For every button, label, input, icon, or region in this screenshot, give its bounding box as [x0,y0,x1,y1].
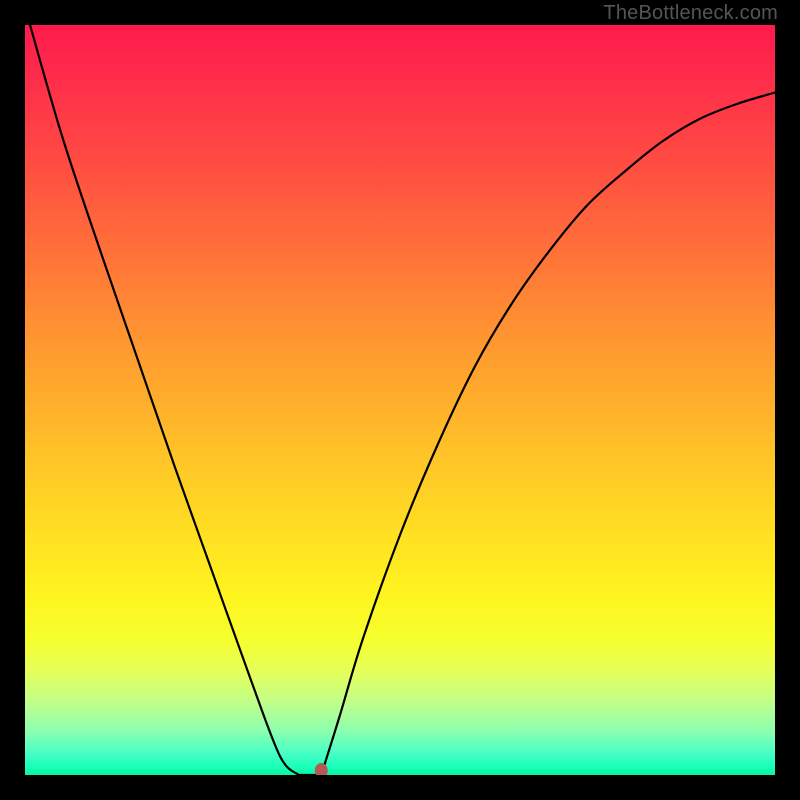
curve-svg [25,25,775,775]
watermark-text: TheBottleneck.com [603,2,778,25]
bottleneck-curve [30,25,775,775]
plot-area [25,25,775,775]
chart-container: TheBottleneck.com [0,0,800,800]
minimum-marker [315,764,327,776]
